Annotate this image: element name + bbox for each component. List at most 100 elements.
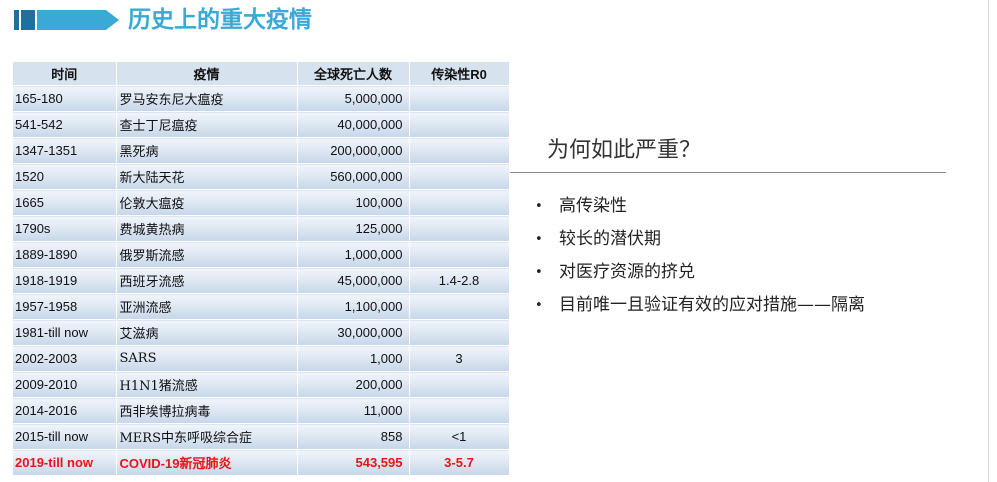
cell-r0: [409, 293, 510, 320]
table-row: 1347-1351 黑死病 200,000,000: [13, 137, 510, 164]
cell-r0: [409, 215, 510, 242]
cell-disease: MERS中东呼吸综合症: [116, 423, 298, 450]
cell-period: 1889-1890: [13, 241, 117, 268]
deco-bar-dark: [14, 10, 19, 30]
cell-disease: H1N1猪流感: [116, 371, 298, 398]
reason-item: • 目前唯一且验证有效的应对措施——隔离: [535, 289, 865, 322]
table-row: 1790s 费城黄热病 125,000: [13, 215, 510, 242]
col-header-disease: 疫情: [116, 62, 298, 86]
cell-r0: [409, 85, 510, 112]
cell-period: 165-180: [13, 85, 117, 112]
table-row: 1981-till now 艾滋病 30,000,000: [13, 319, 510, 346]
cell-r0: [409, 319, 510, 346]
table-row: 1665 伦敦大瘟疫 100,000: [13, 189, 510, 216]
cell-disease: 伦敦大瘟疫: [116, 189, 298, 216]
cell-period: 541-542: [13, 111, 117, 138]
cell-disease: 艾滋病: [116, 319, 298, 346]
cell-r0: 1.4-2.8: [409, 267, 510, 294]
cell-r0: [409, 397, 510, 424]
cell-deaths: 45,000,000: [297, 267, 410, 294]
cell-disease: 俄罗斯流感: [116, 241, 298, 268]
cell-disease: 新大陆天花: [116, 163, 298, 190]
cell-period: 2002-2003: [13, 345, 117, 372]
cell-disease: 费城黄热病: [116, 215, 298, 242]
cell-disease: SARS: [116, 345, 298, 372]
cell-deaths: 1,000: [297, 345, 410, 372]
table-body: 165-180 罗马安东尼大瘟疫 5,000,000 541-542 查士丁尼瘟疫 40,…: [13, 85, 510, 475]
table-row: 2014-2016 西非埃博拉病毒 11,000: [13, 397, 510, 424]
cell-deaths: 200,000: [297, 371, 410, 398]
deco-arrow: [37, 10, 119, 30]
cell-period: 1665: [13, 189, 117, 216]
cell-period: 2019-till now: [13, 449, 117, 475]
cell-disease: 西班牙流感: [116, 267, 298, 294]
cell-deaths: 560,000,000: [297, 163, 410, 190]
page-title: 历史上的重大疫情: [128, 7, 312, 33]
col-header-period: 时间: [13, 62, 117, 86]
cell-disease: 亚洲流感: [116, 293, 298, 320]
reason-text: 较长的潜伏期: [559, 229, 661, 249]
cell-deaths: 543,595: [297, 449, 410, 475]
table-row: 2002-2003 SARS 1,000 3: [13, 345, 510, 372]
cell-deaths: 5,000,000: [297, 85, 410, 112]
cell-r0: [409, 189, 510, 216]
cell-period: 1981-till now: [13, 319, 117, 346]
cell-deaths: 1,100,000: [297, 293, 410, 320]
cell-disease: 罗马安东尼大瘟疫: [116, 85, 298, 112]
cell-r0: [409, 241, 510, 268]
cell-period: 1918-1919: [13, 267, 117, 294]
reason-text: 目前唯一且验证有效的应对措施——隔离: [559, 295, 865, 315]
slide-edge-divider: [988, 0, 989, 482]
cell-r0: 3-5.7: [409, 449, 510, 475]
cell-period: 2014-2016: [13, 397, 117, 424]
cell-deaths: 1,000,000: [297, 241, 410, 268]
cell-r0: <1: [409, 423, 510, 450]
cell-deaths: 858: [297, 423, 410, 450]
table-row: 1918-1919 西班牙流感 45,000,000 1.4-2.8: [13, 267, 510, 294]
cell-period: 1520: [13, 163, 117, 190]
side-divider: [510, 172, 946, 173]
cell-period: 1347-1351: [13, 137, 117, 164]
col-header-r0: 传染性R0: [409, 62, 510, 86]
bullet-icon: •: [535, 265, 543, 280]
cell-deaths: 30,000,000: [297, 319, 410, 346]
reason-list: • 高传染性 • 较长的潜伏期 • 对医疗资源的挤兑 • 目前唯一且验证有效的应对措施——隔离: [535, 190, 865, 322]
cell-r0: [409, 371, 510, 398]
cell-period: 2015-till now: [13, 423, 117, 450]
side-heading: 为何如此严重？: [547, 138, 702, 163]
table-row: 541-542 查士丁尼瘟疫 40,000,000: [13, 111, 510, 138]
cell-disease: 查士丁尼瘟疫: [116, 111, 298, 138]
table-header-row: 时间 疫情 全球死亡人数 传染性R0: [13, 62, 510, 86]
table-row: 2019-till now COVID-19新冠肺炎 543,595 3-5.7: [13, 449, 510, 475]
cell-r0: [409, 111, 510, 138]
title-decoration: [14, 10, 119, 30]
cell-r0: 3: [409, 345, 510, 372]
cell-r0: [409, 137, 510, 164]
cell-deaths: 100,000: [297, 189, 410, 216]
table-row: 2015-till now MERS中东呼吸综合症 858 <1: [13, 423, 510, 450]
col-header-deaths: 全球死亡人数: [297, 62, 410, 86]
reason-item: • 高传染性: [535, 190, 865, 223]
epidemic-table: 时间 疫情 全球死亡人数 传染性R0 165-180 罗马安东尼大瘟疫 5,000,…: [13, 62, 510, 475]
bullet-icon: •: [535, 199, 543, 214]
table-row: 1520 新大陆天花 560,000,000: [13, 163, 510, 190]
cell-disease: 西非埃博拉病毒: [116, 397, 298, 424]
table-row: 1889-1890 俄罗斯流感 1,000,000: [13, 241, 510, 268]
cell-disease: 黑死病: [116, 137, 298, 164]
reason-text: 对医疗资源的挤兑: [559, 262, 695, 282]
bullet-icon: •: [535, 232, 543, 247]
cell-deaths: 11,000: [297, 397, 410, 424]
bullet-icon: •: [535, 298, 543, 313]
reason-item: • 对医疗资源的挤兑: [535, 256, 865, 289]
cell-r0: [409, 163, 510, 190]
cell-disease: COVID-19新冠肺炎: [116, 449, 298, 475]
reason-text: 高传染性: [559, 196, 627, 216]
deco-bar-mid: [21, 10, 35, 30]
cell-period: 1790s: [13, 215, 117, 242]
cell-period: 2009-2010: [13, 371, 117, 398]
cell-deaths: 125,000: [297, 215, 410, 242]
cell-period: 1957-1958: [13, 293, 117, 320]
cell-deaths: 40,000,000: [297, 111, 410, 138]
reason-item: • 较长的潜伏期: [535, 223, 865, 256]
table-row: 1957-1958 亚洲流感 1,100,000: [13, 293, 510, 320]
